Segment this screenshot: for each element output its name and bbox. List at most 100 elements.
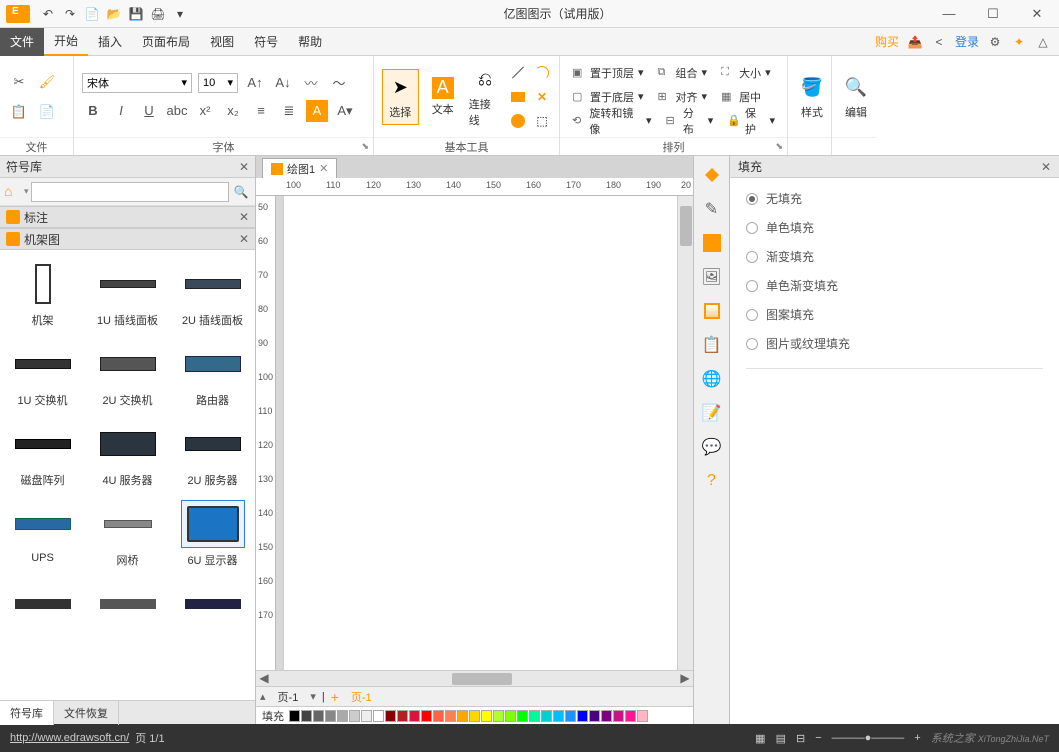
symbol-misc3[interactable] [170,574,255,634]
symbol-bridge[interactable]: 网桥 [85,494,170,574]
fill-mono-gradient-option[interactable]: 单色渐变填充 [746,277,1043,294]
section-close-icon[interactable]: ✕ [239,232,249,246]
menu-view[interactable]: 视图 [200,28,244,56]
fill-swatch[interactable] [493,710,504,722]
superscript-button[interactable]: x² [194,100,216,122]
symbol-rack[interactable]: 机架 [0,254,85,334]
fill-swatch[interactable] [457,710,468,722]
buy-link[interactable]: 购买 [875,33,899,50]
qa-more-icon[interactable]: ▾ [172,6,188,22]
document-tab[interactable]: 绘图1 ✕ [262,158,337,178]
crop-shape[interactable]: ⬚ [533,112,551,130]
fill-none-option[interactable]: 无填充 [746,190,1043,207]
italic-button[interactable]: I [110,100,132,122]
fill-swatch[interactable] [433,710,444,722]
style-button[interactable]: 🪣 样式 [796,70,828,124]
fill-swatch[interactable] [565,710,576,722]
print-icon[interactable]: 🖨 [150,6,166,22]
fill-swatch[interactable] [481,710,492,722]
distribute-button[interactable]: ⊟分布▾ [662,111,718,131]
fill-swatch[interactable] [385,710,396,722]
fill-swatch[interactable] [553,710,564,722]
menu-start[interactable]: 开始 [44,28,88,56]
curve-icon[interactable]: 〰 [300,72,322,94]
shape-tab-icon[interactable] [698,228,726,258]
x-shape[interactable]: ✕ [533,88,551,106]
menu-symbol[interactable]: 符号 [244,28,288,56]
symbol-ups[interactable]: UPS [0,494,85,574]
send-back-button[interactable]: ▢置于底层▾ [568,87,648,107]
menu-file[interactable]: 文件 [0,28,44,56]
symlib-close-icon[interactable]: ✕ [239,160,249,174]
section-close-icon[interactable]: ✕ [239,210,249,224]
find-button[interactable]: 🔍 编辑 [840,70,872,124]
group-button[interactable]: ⧉组合▾ [654,63,712,83]
cut-icon[interactable]: ✂ [8,71,30,93]
horizontal-scrollbar[interactable]: ◀ ▶ [256,670,693,686]
fill-swatch[interactable] [313,710,324,722]
copy-icon[interactable]: 📋 [8,101,30,123]
page-1[interactable]: 页-1 [272,689,305,705]
curve2-icon[interactable]: 〜 [328,72,350,94]
zoom-in-icon[interactable]: + [914,732,920,744]
menu-insert[interactable]: 插入 [88,28,132,56]
increase-font-icon[interactable]: A↑ [244,72,266,94]
fill-swatch[interactable] [529,710,540,722]
line-tab-icon[interactable]: ✎ [698,194,726,224]
font-color-button[interactable]: A▾ [334,100,356,122]
add-page-button[interactable]: + [331,689,339,705]
redo-icon[interactable]: ↷ [62,6,78,22]
bullets-button[interactable]: ≡ [250,100,272,122]
subscript-button[interactable]: x₂ [222,100,244,122]
fill-swatch[interactable] [337,710,348,722]
home-icon[interactable]: ⌂ [4,183,22,201]
fill-swatch[interactable] [637,710,648,722]
highlight-button[interactable]: A [306,100,328,122]
symbol-2u-server[interactable]: 2U 服务器 [170,414,255,494]
fill-swatch[interactable] [625,710,636,722]
connector-tool[interactable]: ⎌ 连接线 [467,62,503,132]
layer-tab-icon[interactable] [698,296,726,326]
rect-shape[interactable] [509,88,527,106]
protect-button[interactable]: 🔒保护▾ [723,111,779,131]
comment-tab-icon[interactable]: 💬 [698,432,726,462]
zoom-out-icon[interactable]: − [815,732,821,744]
fill-solid-option[interactable]: 单色填充 [746,219,1043,236]
fill-swatch[interactable] [469,710,480,722]
align-button[interactable]: ⊞对齐▾ [654,87,712,107]
maximize-button[interactable]: ☐ [971,0,1015,28]
fill-swatch[interactable] [589,710,600,722]
fill-swatch[interactable] [289,710,300,722]
underline-button[interactable]: U [138,100,160,122]
fill-pattern-option[interactable]: 图案填充 [746,306,1043,323]
fill-swatch[interactable] [421,710,432,722]
tab-symbol-lib[interactable]: 符号库 [0,701,54,725]
minimize-button[interactable]: — [927,0,971,28]
symbol-router[interactable]: 路由器 [170,334,255,414]
fill-swatch[interactable] [397,710,408,722]
vertical-scrollbar[interactable] [677,196,693,670]
tab-file-recover[interactable]: 文件恢复 [54,701,119,725]
fill-swatch[interactable] [301,710,312,722]
font-size-combo[interactable]: 10▾ [198,73,238,93]
symbol-1u-panel[interactable]: 1U 插线面板 [85,254,170,334]
size-button[interactable]: ⛶大小▾ [717,63,775,83]
circle-shape[interactable] [509,112,527,130]
symbol-misc2[interactable] [85,574,170,634]
center-button[interactable]: ▦居中 [717,87,765,107]
rotate-button[interactable]: ⟲旋转和镜像▾ [568,111,656,131]
fill-swatch[interactable] [505,710,516,722]
fill-swatch[interactable] [613,710,624,722]
section-annotation[interactable]: 标注 [24,209,48,226]
symbol-2u-switch[interactable]: 2U 交换机 [85,334,170,414]
close-button[interactable]: ✕ [1015,0,1059,28]
fit-icon[interactable]: ⊟ [796,732,805,745]
search-icon[interactable]: 🔍 [231,182,251,202]
fill-swatch[interactable] [517,710,528,722]
strike-button[interactable]: abc [166,100,188,122]
status-url[interactable]: http://www.edrawsoft.cn/ [10,732,129,744]
fill-swatch[interactable] [361,710,372,722]
fill-gradient-option[interactable]: 渐变填充 [746,248,1043,265]
symbol-search-input[interactable] [31,182,229,202]
tab-close-icon[interactable]: ✕ [319,162,328,175]
